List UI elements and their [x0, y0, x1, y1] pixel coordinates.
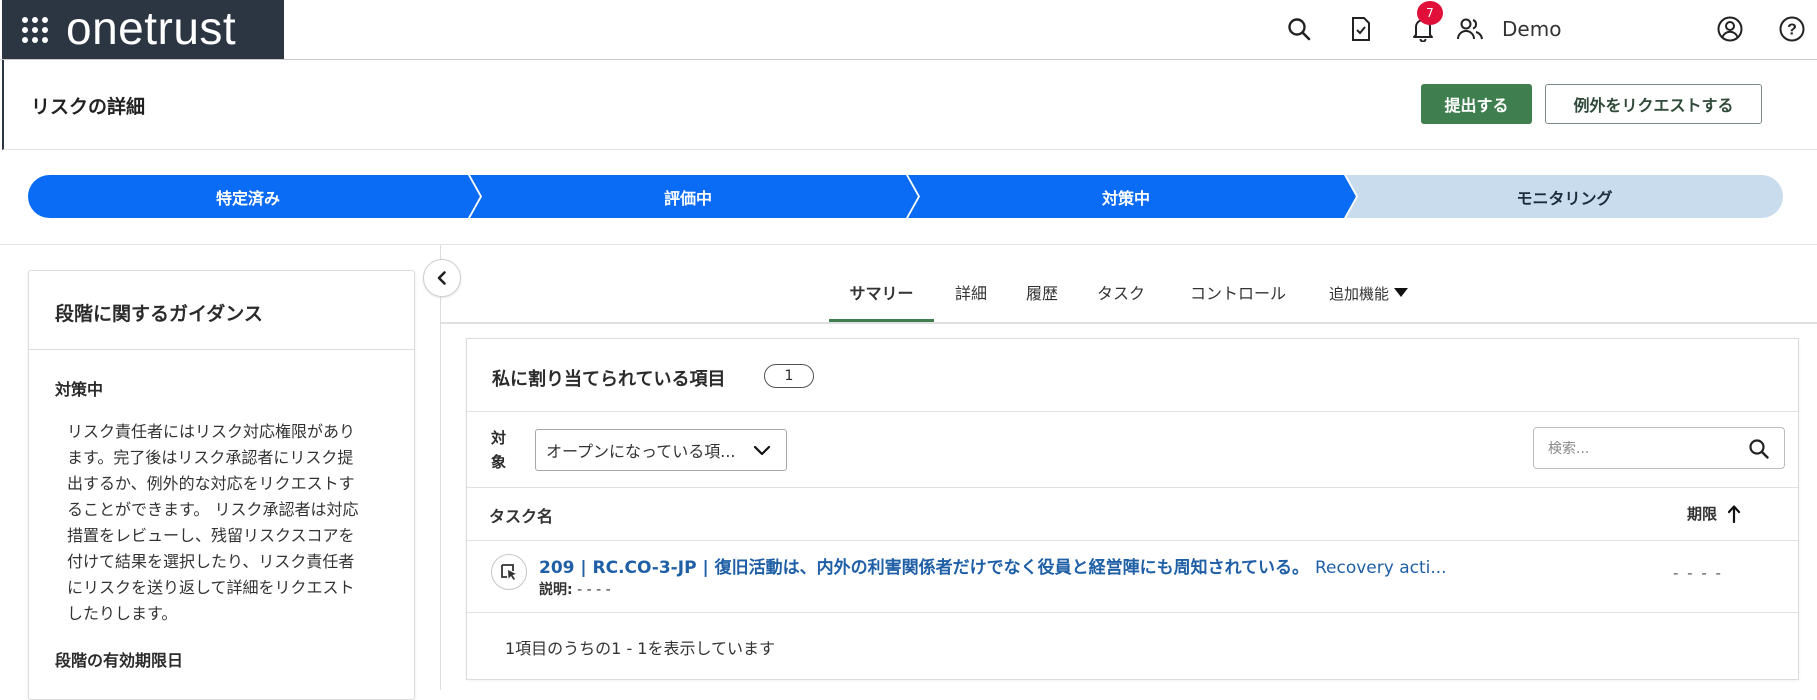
- guidance-line: ることができます。 リスク承認者は対応: [67, 500, 359, 519]
- tab-details[interactable]: 詳細: [955, 280, 987, 322]
- column-header-task-name[interactable]: タスク名: [489, 503, 553, 527]
- guidance-line: ます。完了後はリスク承認者にリスク提: [67, 448, 354, 467]
- guidance-line: したりします。: [67, 604, 178, 623]
- submit-button[interactable]: 提出する: [1421, 84, 1532, 124]
- tab-more-features[interactable]: 追加機能: [1329, 283, 1409, 325]
- column-header-due[interactable]: 期限: [1687, 503, 1741, 524]
- guidance-line: リスク責任者にはリスク対応権限があり: [67, 422, 356, 441]
- description-label: 説明:: [539, 582, 573, 598]
- section-divider: [0, 244, 1817, 245]
- sort-ascending-icon: [1727, 504, 1741, 523]
- assigned-items-card: 私に割り当てられている項目 1 対 象 オープンになっている項... 検索...…: [466, 338, 1799, 680]
- caret-down-icon: [1394, 288, 1409, 297]
- guidance-line: 付けて結果を選択したり、リスク責任者: [67, 552, 355, 571]
- stage-identified[interactable]: 特定済み: [28, 175, 468, 218]
- guidance-title: 段階に関するガイダンス: [55, 303, 263, 325]
- guidance-line: にリスクを送り返して詳細をリクエスト: [67, 578, 355, 597]
- pagination-summary: 1項目のうちの1 - 1を表示しています: [505, 639, 776, 658]
- stage-monitoring[interactable]: モニタリング: [1346, 175, 1783, 218]
- table-footer-divider: [467, 612, 1798, 613]
- task-title-jp: 209 | RC.CO-3-JP | 復旧活動は、内外の利害関係者だけでなく役員…: [539, 558, 1310, 578]
- due-header-label: 期限: [1687, 505, 1718, 523]
- guidance-line: 出するか、例外的な対応をリクエストす: [67, 474, 355, 493]
- stage-progress-bar: 特定済み 評価中 対策中 モニタリング: [28, 175, 1783, 218]
- stage-expiry-label: 段階の有効期限日: [55, 651, 184, 670]
- users-icon[interactable]: [1455, 14, 1485, 44]
- tab-history[interactable]: 履歴: [1026, 280, 1058, 322]
- task-search-input[interactable]: 検索...: [1533, 427, 1785, 469]
- task-type-icon: [491, 554, 527, 590]
- card-divider: [467, 411, 1798, 412]
- assigned-items-title: 私に割り当てられている項目: [492, 369, 726, 390]
- table-header-divider-bottom: [467, 540, 1798, 541]
- search-icon: [1749, 439, 1769, 459]
- filter-select[interactable]: オープンになっている項...: [535, 429, 787, 471]
- guidance-stage-name: 対策中: [55, 380, 104, 399]
- table-header-divider-top: [467, 487, 1798, 488]
- search-icon[interactable]: [1284, 14, 1314, 44]
- task-due-date: - - - -: [1673, 564, 1723, 582]
- top-navigation-bar: onetrust 7 Demo ?: [0, 0, 1817, 60]
- filter-label-line: 象: [491, 453, 507, 471]
- stage-assessing[interactable]: 評価中: [470, 175, 906, 218]
- task-title-en: Recovery acti...: [1314, 558, 1447, 578]
- guidance-line: 措置をレビューし、残留リスクスコアを: [67, 526, 355, 545]
- help-icon[interactable]: ?: [1777, 14, 1807, 44]
- brand-area: onetrust: [2, 0, 284, 59]
- filter-label: 対 象: [491, 426, 511, 474]
- description-value: - - - -: [577, 582, 611, 598]
- chevron-down-icon: [753, 445, 771, 456]
- request-exception-button[interactable]: 例外をリクエストする: [1545, 84, 1762, 124]
- detail-tabs: サマリー 詳細 履歴 タスク コントロール 追加機能: [441, 272, 1817, 324]
- user-circle-icon[interactable]: [1715, 14, 1745, 44]
- onetrust-logo[interactable]: onetrust: [66, 1, 236, 55]
- guidance-description: リスク責任者にはリスク対応権限があり ます。完了後はリスク承認者にリスク提 出す…: [67, 419, 397, 627]
- tab-tasks[interactable]: タスク: [1097, 280, 1145, 322]
- filter-label-line: 対: [491, 429, 507, 447]
- stage-guidance-panel: 段階に関するガイダンス 対策中 リスク責任者にはリスク対応権限があり ます。完了…: [28, 270, 415, 700]
- notification-badge[interactable]: 7: [1417, 1, 1443, 25]
- task-doc-icon[interactable]: [1346, 14, 1376, 44]
- tab-summary[interactable]: サマリー: [829, 280, 934, 322]
- filter-select-value: オープンになっている項...: [546, 442, 736, 461]
- user-name[interactable]: Demo: [1502, 17, 1561, 41]
- search-placeholder: 検索...: [1548, 441, 1590, 457]
- stage-treating[interactable]: 対策中: [908, 175, 1344, 218]
- task-description: 説明: - - - -: [539, 579, 611, 599]
- page-title: リスクの詳細: [31, 96, 146, 118]
- task-link[interactable]: 209 | RC.CO-3-JP | 復旧活動は、内外の利害関係者だけでなく役員…: [539, 553, 1447, 578]
- tab-controls[interactable]: コントロール: [1190, 280, 1286, 322]
- svg-text:?: ?: [1787, 22, 1797, 39]
- tab-more-label: 追加機能: [1329, 285, 1390, 303]
- page-header: リスクの詳細 提出する 例外をリクエストする: [2, 60, 1817, 150]
- apps-grid-icon[interactable]: [22, 16, 48, 43]
- guidance-divider: [29, 349, 414, 350]
- assigned-count-badge: 1: [764, 364, 814, 388]
